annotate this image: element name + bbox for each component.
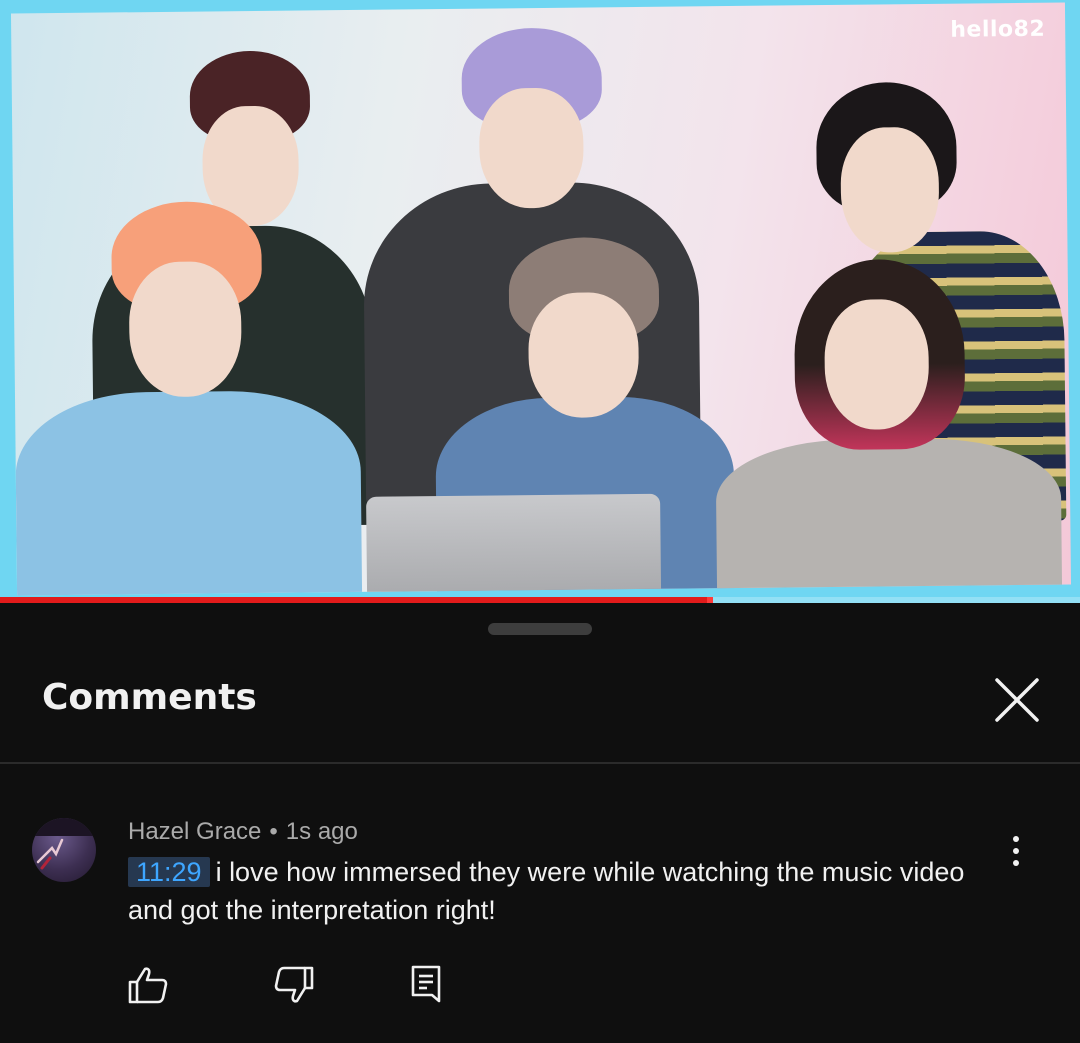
more-options-button[interactable] bbox=[996, 831, 1036, 871]
panel-title: Comments bbox=[42, 677, 257, 718]
reply-icon bbox=[411, 965, 441, 1003]
like-icon bbox=[128, 967, 168, 1004]
more-vertical-icon-dot bbox=[1013, 860, 1019, 866]
timestamp-link[interactable]: 11:29 bbox=[128, 857, 210, 887]
comment-text: i love how immersed they were while watc… bbox=[128, 857, 965, 925]
like-button[interactable] bbox=[126, 963, 170, 1007]
comment-body: 11:29 i love how immersed they were while… bbox=[128, 853, 988, 929]
drag-handle[interactable] bbox=[488, 623, 592, 635]
video-player[interactable]: hello82 bbox=[0, 0, 1080, 603]
avatar[interactable] bbox=[32, 818, 96, 882]
comment-meta: Hazel Grace • 1s ago bbox=[128, 818, 358, 846]
channel-watermark: hello82 bbox=[950, 16, 1046, 43]
comment-author[interactable]: Hazel Grace bbox=[128, 818, 261, 845]
dislike-button[interactable] bbox=[272, 963, 316, 1007]
reply-button[interactable] bbox=[406, 963, 450, 1007]
video-frame: hello82 bbox=[10, 2, 1072, 596]
more-vertical-icon-dot bbox=[1013, 848, 1019, 854]
divider bbox=[0, 762, 1080, 764]
comment-time: 1s ago bbox=[285, 818, 358, 845]
more-vertical-icon bbox=[1013, 836, 1019, 842]
close-icon bbox=[995, 678, 1039, 722]
meta-separator: • bbox=[269, 818, 278, 845]
video-person bbox=[714, 258, 1067, 596]
avatar-image bbox=[32, 818, 96, 870]
close-button[interactable] bbox=[990, 673, 1044, 727]
comments-panel: Comments Hazel Grace • 1s ago 11:29 i love … bbox=[0, 603, 1080, 1043]
dislike-icon bbox=[274, 966, 314, 1003]
video-person bbox=[13, 200, 363, 596]
laptop-image bbox=[366, 493, 662, 596]
